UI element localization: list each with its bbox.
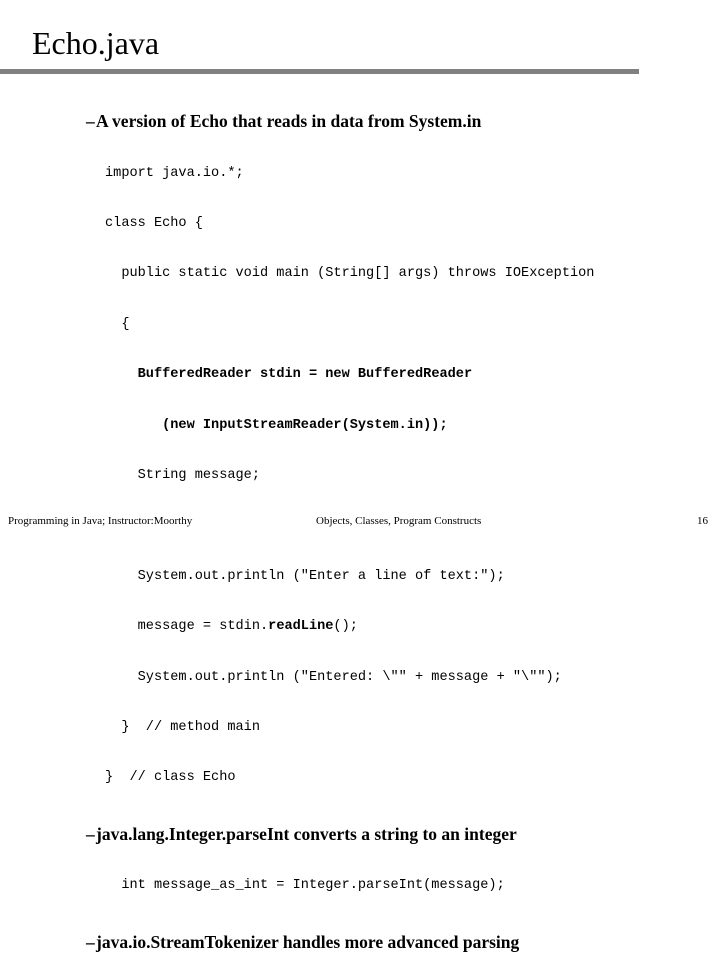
code-line: int message_as_int = Integer.parseInt(me… — [105, 878, 720, 895]
bullet-item-2: – java.io.StreamTokenizer handles more a… — [0, 931, 720, 953]
bullet-label-0: A version of Echo that reads in data fro… — [96, 111, 482, 131]
code-text: String message; — [105, 467, 260, 483]
code-text: { — [105, 316, 130, 332]
bullet-item-1: – java.lang.Integer.parseInt converts a … — [0, 823, 720, 845]
footer-topic-label: Objects, Classes, Program Constructs — [316, 515, 482, 527]
code-block-parseint: int message_as_int = Integer.parseInt(me… — [0, 845, 720, 929]
code-text: import java.io.*; — [105, 165, 244, 181]
code-text: int message_as_int = Integer.parseInt(me… — [105, 878, 505, 894]
page-title: Echo.java — [32, 25, 160, 61]
bullet-dash-icon: – — [86, 823, 95, 844]
bullet-dash-icon: – — [86, 931, 95, 952]
bullet-dash-icon: – — [86, 111, 95, 131]
footer-page-number: 16 — [697, 515, 708, 527]
code-text: message = stdin. — [105, 619, 269, 635]
code-text: System.out.println ("Entered: \"" + mess… — [105, 669, 562, 685]
code-line: import java.io.*; — [105, 166, 720, 183]
code-block-echo: import java.io.*; class Echo { public st… — [0, 132, 720, 821]
code-line: public static void main (String[] args) … — [105, 266, 720, 283]
code-line: } // method main — [105, 720, 720, 737]
code-line: BufferedReader stdin = new BufferedReade… — [105, 367, 720, 384]
code-bold: BufferedReader stdin = new BufferedReade… — [137, 367, 473, 383]
code-text: class Echo { — [105, 215, 203, 231]
code-text: public static void main (String[] args) … — [105, 266, 595, 282]
slide-footer: Programming in Java; Instructor:Moorthy … — [0, 512, 720, 532]
code-line: message = stdin.readLine(); — [105, 619, 720, 636]
bullet-label-2: java.io.StreamTokenizer handles more adv… — [96, 931, 520, 952]
code-text: System.out.println ("Enter a line of tex… — [105, 568, 505, 584]
code-bold: readLine — [268, 619, 334, 635]
code-line: System.out.println ("Entered: \"" + mess… — [105, 670, 720, 687]
code-line: (new InputStreamReader(System.in)); — [105, 418, 720, 435]
code-line: System.out.println ("Enter a line of tex… — [105, 569, 720, 586]
code-text: } // class Echo — [105, 770, 236, 786]
title-divider — [0, 69, 639, 74]
bullet-item-0: – A version of Echo that reads in data f… — [0, 110, 720, 132]
code-line: { — [105, 317, 720, 334]
code-bold: (new InputStreamReader(System.in)); — [162, 417, 448, 433]
code-text-tail: (); — [333, 619, 358, 635]
code-text: } // method main — [105, 719, 260, 735]
bullet-label-1: java.lang.Integer.parseInt converts a st… — [96, 823, 517, 844]
code-line: class Echo { — [105, 216, 720, 233]
footer-course-label: Programming in Java; Instructor:Moorthy — [8, 515, 193, 527]
code-line: } // class Echo — [105, 770, 720, 787]
code-line: String message; — [105, 468, 720, 485]
